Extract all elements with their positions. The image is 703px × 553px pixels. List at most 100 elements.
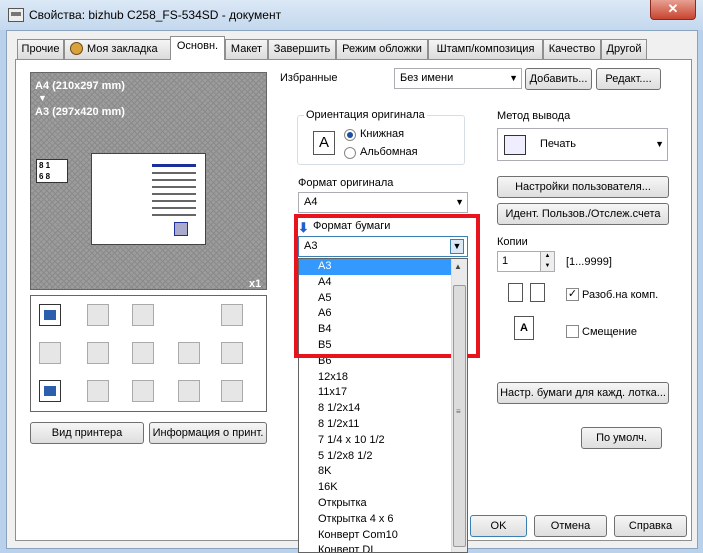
printer-info-button[interactable]: Информация о принт.	[149, 422, 267, 444]
collate-checkbox[interactable]: ✓	[566, 288, 579, 301]
dropdown-item[interactable]: Конверт DL	[299, 543, 467, 552]
tab-layout[interactable]: Макет	[225, 39, 268, 59]
function-icons-panel	[30, 295, 267, 412]
tab-my-tab[interactable]: Моя закладка	[64, 39, 171, 59]
mini-icon-bottom: 6 8	[39, 172, 51, 181]
tab-misc[interactable]: Другой	[601, 39, 647, 59]
dropdown-item[interactable]: 16K	[299, 480, 467, 496]
user-auth-button[interactable]: Идент. Пользов./Отслеж.счета	[497, 203, 669, 225]
watermark-icon[interactable]	[178, 380, 200, 402]
print-layout-icon[interactable]	[39, 304, 61, 326]
dropdown-item[interactable]: 12x18	[299, 370, 467, 386]
printer-output-icon	[504, 135, 526, 155]
dropdown-item[interactable]: 11x17	[299, 385, 467, 401]
edit-favorite-button[interactable]: Редакт....	[596, 68, 661, 90]
scroll-up-icon[interactable]: ▲	[454, 262, 462, 271]
collate-icon	[508, 283, 523, 302]
page-line	[152, 172, 196, 174]
close-button[interactable]: ✕	[650, 0, 696, 20]
page-line	[152, 200, 196, 202]
printer-view-button[interactable]: Вид принтера	[30, 422, 144, 444]
fold-icon[interactable]	[178, 342, 200, 364]
user-settings-button[interactable]: Настройки пользователя...	[497, 176, 669, 198]
grip-icon: ≡	[456, 407, 461, 416]
preview-original-size: A4 (210x297 mm)	[35, 80, 125, 92]
window-title: Свойства: bizhub C258_FS-534SD - докумен…	[29, 8, 282, 22]
original-format-label: Формат оригинала	[298, 177, 394, 189]
page-preview: A4 (210x297 mm) ▼ A3 (297x420 mm) 8 1 6 …	[30, 72, 267, 290]
combination-icon[interactable]	[87, 304, 109, 326]
arrow-down-icon: ▼	[38, 93, 47, 103]
page-graphic	[91, 153, 206, 245]
tab-finish[interactable]: Завершить	[268, 39, 336, 59]
collate-icon	[530, 283, 545, 302]
page-numbers-icon: 8 1 6 8	[36, 159, 68, 183]
title-bar: Свойства: bizhub C258_FS-534SD - докумен…	[0, 0, 703, 30]
add-favorite-button[interactable]: Добавить...	[525, 68, 592, 90]
page-image-icon	[174, 222, 188, 236]
spin-up-icon[interactable]: ▲	[540, 252, 554, 261]
copies-input[interactable]: 1 ▲ ▼	[497, 251, 555, 272]
output-method-select[interactable]: Печать ▼	[497, 128, 668, 161]
orientation-label: Ориентация оригинала	[304, 109, 427, 121]
original-format-select[interactable]: A4 ▼	[298, 192, 468, 213]
help-button[interactable]: Справка	[614, 515, 687, 537]
lock-icon[interactable]	[221, 342, 243, 364]
staple-icon[interactable]	[39, 342, 61, 364]
preview-paper-size: A3 (297x420 mm)	[35, 106, 125, 118]
dropdown-item[interactable]: 5 1/2x8 1/2	[299, 449, 467, 465]
favorites-value: Без имени	[400, 72, 454, 84]
offset-checkbox[interactable]	[566, 325, 579, 338]
chevron-down-icon: ▼	[509, 73, 518, 83]
original-format-value: A4	[304, 196, 318, 208]
dropdown-scrollbar[interactable]: ▲ ≡	[451, 259, 467, 552]
spin-down-icon[interactable]: ▼	[540, 261, 554, 271]
page-line	[152, 186, 196, 188]
dropdown-item[interactable]: Открытка	[299, 496, 467, 512]
tab-basic[interactable]: Основн.	[170, 36, 225, 60]
copies-label: Копии	[497, 236, 528, 248]
page-line	[152, 207, 196, 209]
collate-label: Разоб.на комп.	[582, 289, 659, 301]
dropdown-item[interactable]: Открытка 4 x 6	[299, 512, 467, 528]
ok-button[interactable]: OK	[470, 515, 527, 537]
user-icon	[70, 42, 83, 55]
printer-icon	[8, 8, 24, 22]
chart-page-icon[interactable]	[39, 380, 61, 402]
page-line	[152, 193, 196, 195]
scrollbar-thumb[interactable]	[453, 285, 466, 547]
header-footer-icon[interactable]	[221, 380, 243, 402]
dropdown-item[interactable]: 8 1/2x11	[299, 417, 467, 433]
tab-stamp[interactable]: Штамп/композиция	[428, 39, 543, 59]
dropdown-item[interactable]: 8K	[299, 464, 467, 480]
dropdown-item[interactable]: Конверт Com10	[299, 528, 467, 544]
tab-my-tab-label: Моя закладка	[87, 43, 158, 55]
chevron-down-icon: ▼	[655, 139, 664, 149]
default-button[interactable]: По умолч.	[581, 427, 662, 449]
landscape-radio[interactable]	[344, 147, 356, 159]
text-icon[interactable]	[132, 342, 154, 364]
favorites-label: Избранные	[280, 72, 338, 84]
copies-count-tag: x1	[249, 278, 262, 290]
copies-range: [1...9999]	[566, 256, 612, 268]
tab-quality[interactable]: Качество	[543, 39, 601, 59]
portrait-label: Книжная	[360, 128, 405, 140]
portrait-radio[interactable]	[344, 129, 356, 141]
offset-icon: A	[514, 316, 534, 340]
chevron-down-icon: ▼	[455, 197, 464, 207]
stamp-icon[interactable]	[87, 380, 109, 402]
landscape-label: Альбомная	[360, 146, 418, 158]
cancel-button[interactable]: Отмена	[534, 515, 607, 537]
rotate-icon[interactable]	[221, 304, 243, 326]
booklet-icon[interactable]	[132, 304, 154, 326]
tab-cover-mode[interactable]: Режим обложки	[336, 39, 428, 59]
overlay-icon[interactable]	[132, 380, 154, 402]
favorites-select[interactable]: Без имени ▼	[394, 68, 522, 89]
dropdown-item[interactable]: 8 1/2x14	[299, 401, 467, 417]
portrait-icon: A	[313, 131, 335, 155]
paper-per-tray-button[interactable]: Настр. бумаги для кажд. лотка...	[497, 382, 669, 404]
tab-other[interactable]: Прочие	[17, 39, 64, 59]
mini-icon-top: 8 1	[39, 161, 51, 170]
punch-icon[interactable]	[87, 342, 109, 364]
dropdown-item[interactable]: 7 1/4 x 10 1/2	[299, 433, 467, 449]
